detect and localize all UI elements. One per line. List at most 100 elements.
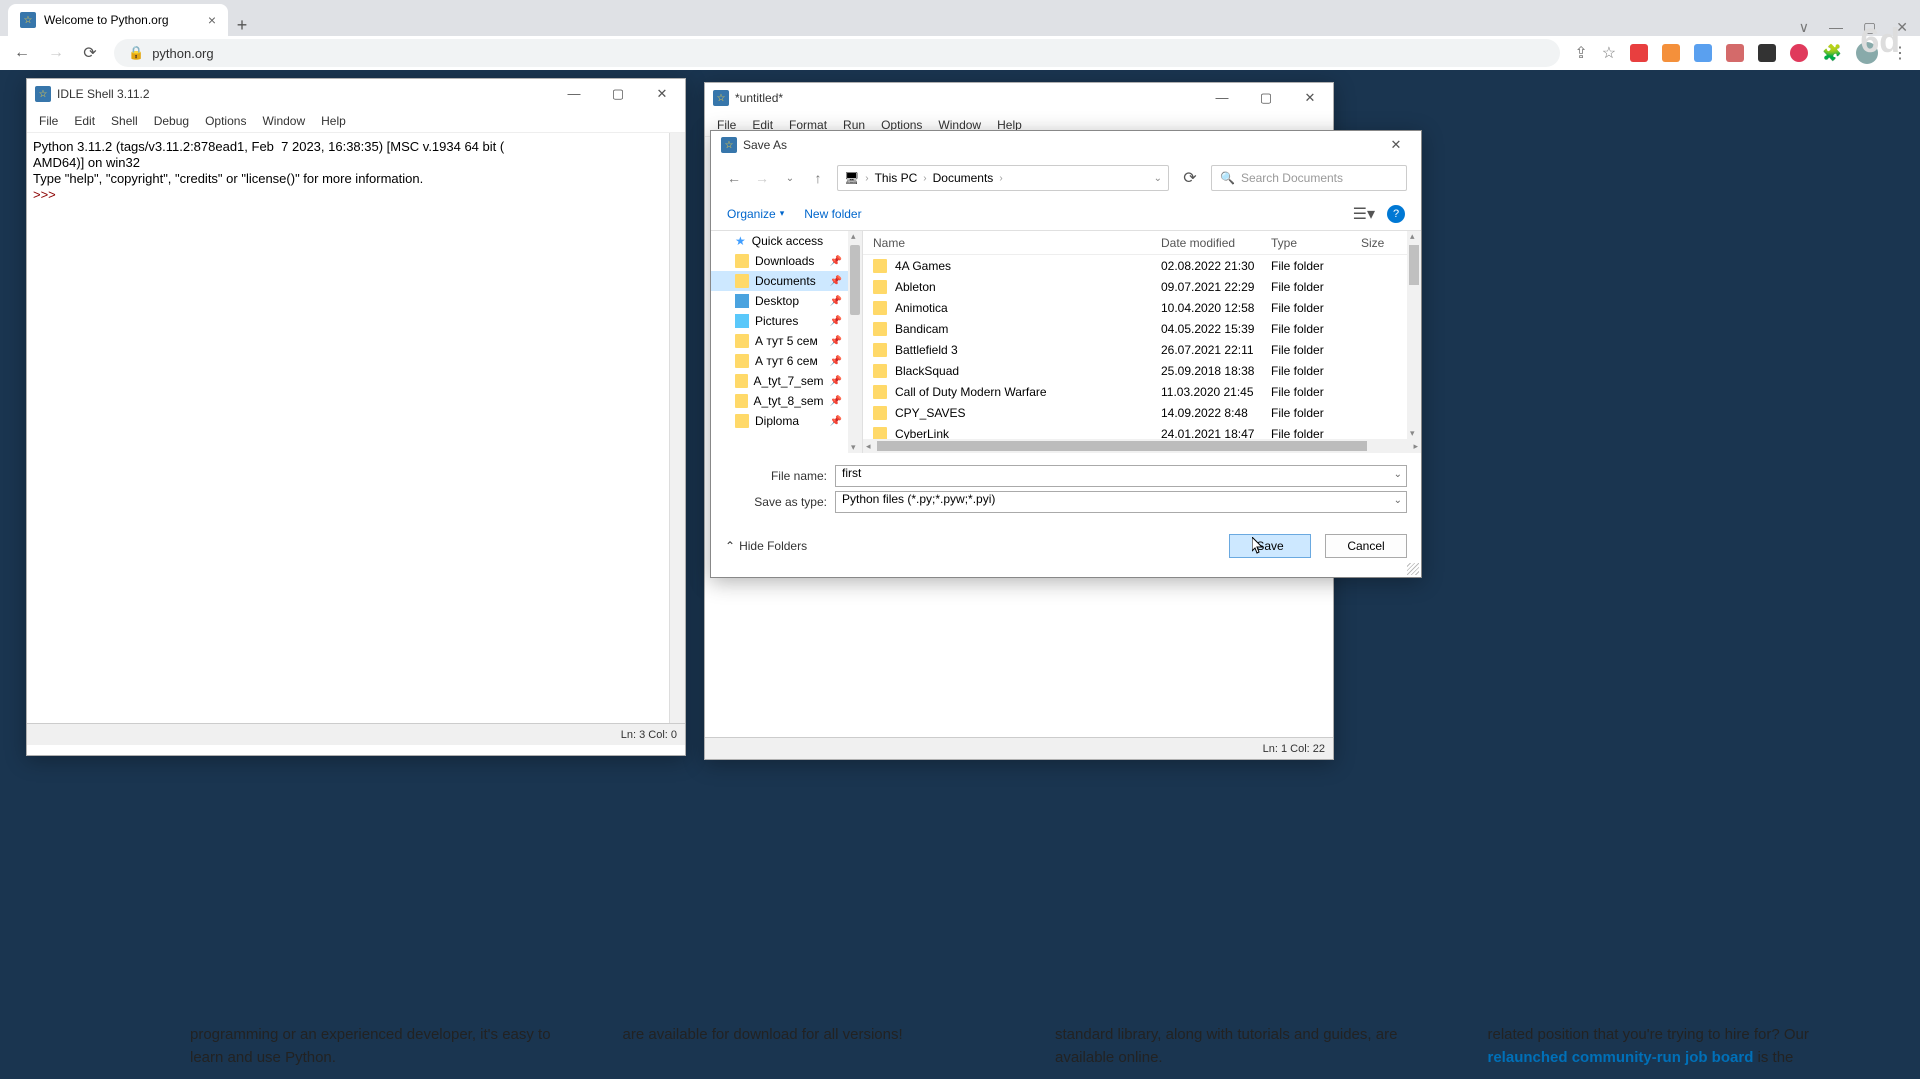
tab-close-icon[interactable]: × [208,12,216,28]
shell-output[interactable]: Python 3.11.2 (tags/v3.11.2:878ead1, Feb… [27,133,685,723]
python-favicon: ☆ [20,12,36,28]
share-icon[interactable]: ⇪ [1574,43,1587,63]
breadcrumb-root[interactable]: This PC [875,171,918,185]
search-input[interactable]: 🔍 Search Documents [1211,165,1407,191]
job-board-link[interactable]: relaunched community-run job board [1488,1049,1754,1066]
editor-statusbar: Ln: 1 Col: 22 [705,737,1333,759]
file-row[interactable]: Ableton09.07.2021 22:29File folder [863,276,1421,297]
tree-item[interactable]: A_tyt_7_sem📌 [711,371,862,391]
close-button[interactable]: ✕ [1381,137,1411,153]
tree-item[interactable]: Documents📌 [711,271,862,291]
nav-up-button[interactable]: ↑ [809,170,827,186]
scrollbar[interactable] [669,133,685,723]
file-name: 4A Games [895,259,951,273]
organize-button[interactable]: Organize ▾ [727,207,784,221]
tree-item[interactable]: А тут 6 сем📌 [711,351,862,371]
menu-window[interactable]: Window [256,112,311,130]
resize-grip[interactable] [1407,563,1419,575]
maximize-button[interactable]: ▢ [1251,90,1281,106]
python-icon: ☆ [721,137,737,153]
refresh-button[interactable]: ⟳ [1179,168,1201,188]
tree-item[interactable]: Diploma📌 [711,411,862,431]
file-row[interactable]: Bandicam04.05.2022 15:39File folder [863,318,1421,339]
file-row[interactable]: Battlefield 326.07.2021 22:11File folder [863,339,1421,360]
address-bar[interactable]: 🔒 python.org [114,39,1560,67]
new-folder-button[interactable]: New folder [804,207,861,221]
list-hscrollbar[interactable] [863,439,1421,453]
chevron-down-icon[interactable]: ⌄ [1394,469,1402,480]
nav-recent-dropdown[interactable]: ⌄ [781,173,799,184]
close-button[interactable]: ✕ [1295,90,1325,106]
tree-item[interactable]: A_tyt_8_sem📌 [711,391,862,411]
file-row[interactable]: CPY_SAVES14.09.2022 8:48File folder [863,402,1421,423]
close-button[interactable]: ✕ [647,86,677,102]
col-size[interactable]: Size [1361,236,1411,250]
menu-help[interactable]: Help [315,112,352,130]
breadcrumb[interactable]: 🖥 › This PC › Documents › ⌄ [837,165,1169,191]
filetype-select[interactable]: Python files (*.py;*.pyw;*.pyi) ⌄ [835,491,1407,513]
back-button[interactable]: ← [12,44,32,62]
ext-adblock-icon[interactable] [1630,44,1648,62]
folder-icon [873,406,887,420]
minimize-button[interactable]: ― [1207,90,1237,106]
new-tab-button[interactable]: + [228,15,256,36]
file-date: 25.09.2018 18:38 [1161,364,1271,378]
extensions-icon[interactable]: 🧩 [1822,43,1842,63]
menu-debug[interactable]: Debug [148,112,195,130]
filename-input[interactable]: first ⌄ [835,465,1407,487]
maximize-button[interactable]: ▢ [603,86,633,102]
idle-titlebar[interactable]: ☆ IDLE Shell 3.11.2 ― ▢ ✕ [27,79,685,109]
banner-2: AMD64)] on win32 [33,155,140,170]
forward-button[interactable]: → [46,44,66,62]
help-button[interactable]: ? [1387,205,1405,223]
save-button[interactable]: Save [1229,534,1311,558]
nav-forward-button[interactable]: → [753,170,771,186]
file-row[interactable]: Call of Duty Modern Warfare11.03.2020 21… [863,381,1421,402]
ext-calendar-icon[interactable] [1726,44,1744,62]
saveas-titlebar[interactable]: ☆ Save As ✕ [711,131,1421,159]
hide-folders-toggle[interactable]: ⌃ Hide Folders [725,539,807,553]
file-row[interactable]: 4A Games02.08.2022 21:30File folder [863,255,1421,276]
save-as-dialog: ☆ Save As ✕ ← → ⌄ ↑ 🖥 › This PC › Docume… [710,130,1422,578]
reload-button[interactable]: ⟳ [80,43,100,63]
file-list[interactable]: Name Date modified Type Size 4A Games02.… [863,231,1421,453]
cancel-button[interactable]: Cancel [1325,534,1407,558]
menu-edit[interactable]: Edit [68,112,101,130]
tree-item[interactable]: ★Quick access [711,231,862,251]
col-date[interactable]: Date modified [1161,236,1271,250]
browser-tab[interactable]: ☆ Welcome to Python.org × [8,4,228,36]
window-minimize-icon[interactable]: ∨ [1799,19,1809,36]
menu-shell[interactable]: Shell [105,112,144,130]
file-name: Bandicam [895,322,948,336]
ext-music-icon[interactable] [1790,44,1808,62]
editor-titlebar[interactable]: ☆ *untitled* ― ▢ ✕ [705,83,1333,113]
nav-back-button[interactable]: ← [725,170,743,186]
chevron-down-icon[interactable]: ⌄ [1394,495,1402,506]
file-row[interactable]: BlackSquad25.09.2018 18:38File folder [863,360,1421,381]
folder-icon [735,394,748,408]
tree-item[interactable]: Downloads📌 [711,251,862,271]
star-icon[interactable]: ☆ [1602,43,1616,63]
ext-dark-icon[interactable] [1758,44,1776,62]
breadcrumb-dropdown[interactable]: ⌄ [1154,173,1162,184]
tree-item[interactable]: А тут 5 сем📌 [711,331,862,351]
menu-file[interactable]: File [33,112,64,130]
window-minimize-system[interactable]: ― [1829,19,1843,36]
tree-item[interactable]: Pictures📌 [711,311,862,331]
breadcrumb-current[interactable]: Documents [933,171,994,185]
view-mode-button[interactable]: ☰▾ [1353,204,1375,224]
folder-tree[interactable]: ★Quick accessDownloads📌Documents📌Desktop… [711,231,863,453]
file-row[interactable]: Animotica10.04.2020 12:58File folder [863,297,1421,318]
file-date: 11.03.2020 21:45 [1161,385,1271,399]
col-type[interactable]: Type [1271,236,1361,250]
page-col-3: standard library, along with tutorials a… [1055,1024,1428,1069]
ext-fox-icon[interactable] [1662,44,1680,62]
ext-shield-icon[interactable] [1694,44,1712,62]
col-name[interactable]: Name [873,236,1161,250]
minimize-button[interactable]: ― [559,86,589,102]
tree-scrollbar[interactable] [848,231,862,453]
list-vscrollbar[interactable] [1407,231,1421,439]
menu-options[interactable]: Options [199,112,252,130]
tree-item[interactable]: Desktop📌 [711,291,862,311]
file-name: Ableton [895,280,936,294]
